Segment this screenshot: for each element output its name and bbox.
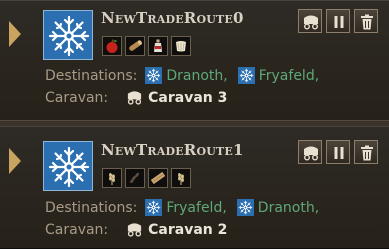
grain-icon[interactable] bbox=[125, 168, 145, 188]
caravan-button[interactable] bbox=[298, 140, 322, 164]
destination-name: Fryafeld, bbox=[258, 67, 320, 84]
destination-name: Fryafeld, bbox=[166, 199, 227, 216]
caravan-row: Caravan: Caravan 2 bbox=[45, 221, 227, 238]
wheat-icon[interactable] bbox=[102, 168, 122, 188]
caravan-button[interactable] bbox=[298, 9, 322, 33]
caravan-link[interactable]: Caravan 2 bbox=[126, 221, 227, 238]
caravan-name: Caravan 2 bbox=[148, 221, 228, 238]
wagon-icon bbox=[126, 221, 143, 238]
snowflake-icon bbox=[145, 199, 163, 216]
route-name: NewTradeRoute1 bbox=[101, 141, 244, 159]
trash-icon bbox=[358, 13, 376, 31]
goods-list bbox=[102, 36, 191, 58]
snowflake-icon bbox=[237, 67, 255, 84]
route-emblem[interactable] bbox=[43, 10, 93, 60]
destinations-label: Destinations: bbox=[45, 199, 138, 216]
expand-arrow-icon[interactable] bbox=[9, 21, 21, 47]
route-name: NewTradeRoute0 bbox=[101, 9, 244, 27]
snowflake-icon bbox=[236, 199, 254, 216]
destination-link[interactable]: Dranoth, bbox=[145, 67, 228, 84]
destination-link[interactable]: Dranoth, bbox=[236, 199, 320, 216]
trash-icon bbox=[358, 144, 376, 162]
pause-icon bbox=[330, 13, 348, 31]
wagon-icon bbox=[302, 13, 320, 31]
route-emblem[interactable] bbox=[43, 141, 93, 191]
destination-name: Dranoth, bbox=[257, 199, 320, 216]
wagon-icon bbox=[302, 144, 320, 162]
pause-button[interactable] bbox=[326, 9, 350, 33]
caravan-label: Caravan: bbox=[45, 89, 109, 106]
route-actions bbox=[298, 140, 378, 164]
wood-plank-icon[interactable] bbox=[148, 168, 168, 188]
delete-button[interactable] bbox=[354, 140, 378, 164]
trade-route-panel: NewTradeRoute1 Destinations: Fryafeld, D… bbox=[0, 126, 389, 249]
goods-list bbox=[102, 168, 191, 190]
potion-bottle-icon[interactable] bbox=[148, 36, 168, 56]
pause-button[interactable] bbox=[326, 140, 350, 164]
destinations-row: Destinations: Dranoth, Fryafeld, bbox=[45, 67, 319, 84]
wheat-icon[interactable] bbox=[171, 168, 191, 188]
route-actions bbox=[298, 9, 378, 33]
expand-arrow-icon[interactable] bbox=[9, 148, 21, 174]
destination-link[interactable]: Fryafeld, bbox=[237, 67, 320, 84]
snowflake-icon bbox=[47, 145, 91, 189]
pause-icon bbox=[330, 144, 348, 162]
caravan-name: Caravan 3 bbox=[148, 89, 228, 106]
destination-link[interactable]: Fryafeld, bbox=[145, 199, 227, 216]
delete-button[interactable] bbox=[354, 9, 378, 33]
cloth-icon[interactable] bbox=[171, 36, 191, 56]
trade-route-panel: NewTradeRoute0 Destinations: Dranoth, Fr… bbox=[0, 0, 389, 122]
wood-log-icon[interactable] bbox=[125, 36, 145, 56]
caravan-label: Caravan: bbox=[45, 221, 109, 238]
destination-name: Dranoth, bbox=[166, 67, 228, 84]
wagon-icon bbox=[126, 89, 143, 106]
caravan-link[interactable]: Caravan 3 bbox=[126, 89, 227, 106]
caravan-row: Caravan: Caravan 3 bbox=[45, 89, 227, 106]
destinations-row: Destinations: Fryafeld, Dranoth, bbox=[45, 199, 319, 216]
snowflake-icon bbox=[145, 67, 163, 84]
apple-icon[interactable] bbox=[102, 36, 122, 56]
snowflake-icon bbox=[47, 14, 91, 58]
destinations-label: Destinations: bbox=[45, 67, 138, 84]
